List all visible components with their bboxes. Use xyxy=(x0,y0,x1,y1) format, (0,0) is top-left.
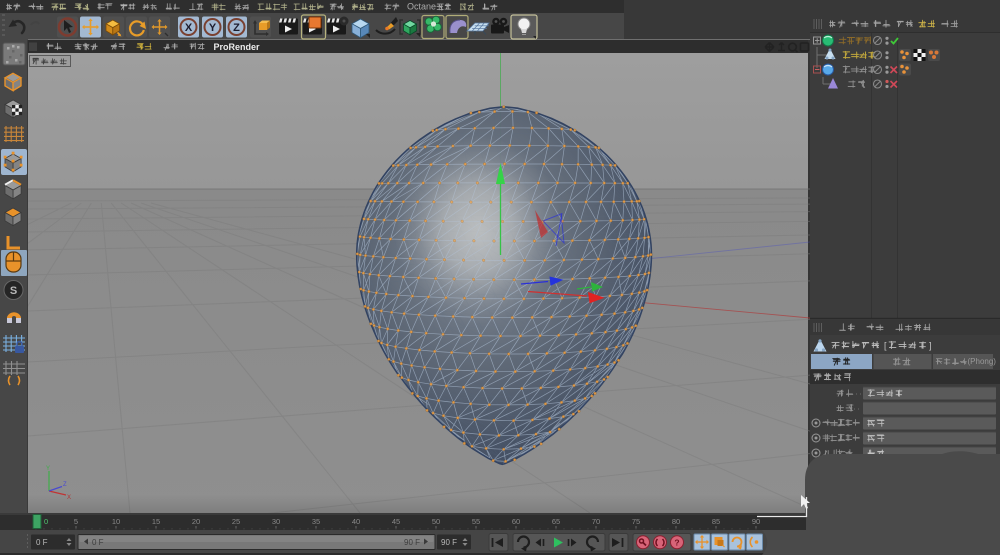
svg-text:35: 35 xyxy=(312,517,320,526)
svg-text:90 F: 90 F xyxy=(441,538,457,547)
svg-text:70: 70 xyxy=(592,517,600,526)
svg-text:Z: Z xyxy=(233,22,240,34)
svg-text:Y: Y xyxy=(209,22,217,34)
svg-text:90 F: 90 F xyxy=(404,538,420,547)
svg-text:60: 60 xyxy=(512,517,520,526)
svg-text:20: 20 xyxy=(192,517,200,526)
svg-text:5: 5 xyxy=(74,517,78,526)
svg-text:Y: Y xyxy=(46,466,50,472)
svg-text:ProRender: ProRender xyxy=(214,42,261,52)
svg-text:X: X xyxy=(185,22,193,34)
svg-text:0 F: 0 F xyxy=(92,538,104,547)
svg-text:0: 0 xyxy=(44,517,48,526)
svg-text:50: 50 xyxy=(432,517,440,526)
svg-text:10: 10 xyxy=(112,517,120,526)
svg-text:45: 45 xyxy=(392,517,400,526)
svg-text:?: ? xyxy=(674,538,679,548)
svg-text:85: 85 xyxy=(712,517,720,526)
svg-text:25: 25 xyxy=(232,517,240,526)
svg-text:30: 30 xyxy=(272,517,280,526)
svg-text:90: 90 xyxy=(752,517,760,526)
svg-text:75: 75 xyxy=(632,517,640,526)
svg-text:65: 65 xyxy=(552,517,560,526)
svg-text:]: ] xyxy=(929,341,932,351)
svg-text:S: S xyxy=(10,285,17,297)
svg-text:80: 80 xyxy=(672,517,680,526)
svg-text:40: 40 xyxy=(352,517,360,526)
svg-text:15: 15 xyxy=(152,517,160,526)
svg-text:Octane: Octane xyxy=(407,2,436,12)
svg-text:Z: Z xyxy=(63,482,67,488)
svg-text:55: 55 xyxy=(472,517,480,526)
svg-text:0 F: 0 F xyxy=(36,538,48,547)
svg-text:(Phong): (Phong) xyxy=(968,357,997,366)
